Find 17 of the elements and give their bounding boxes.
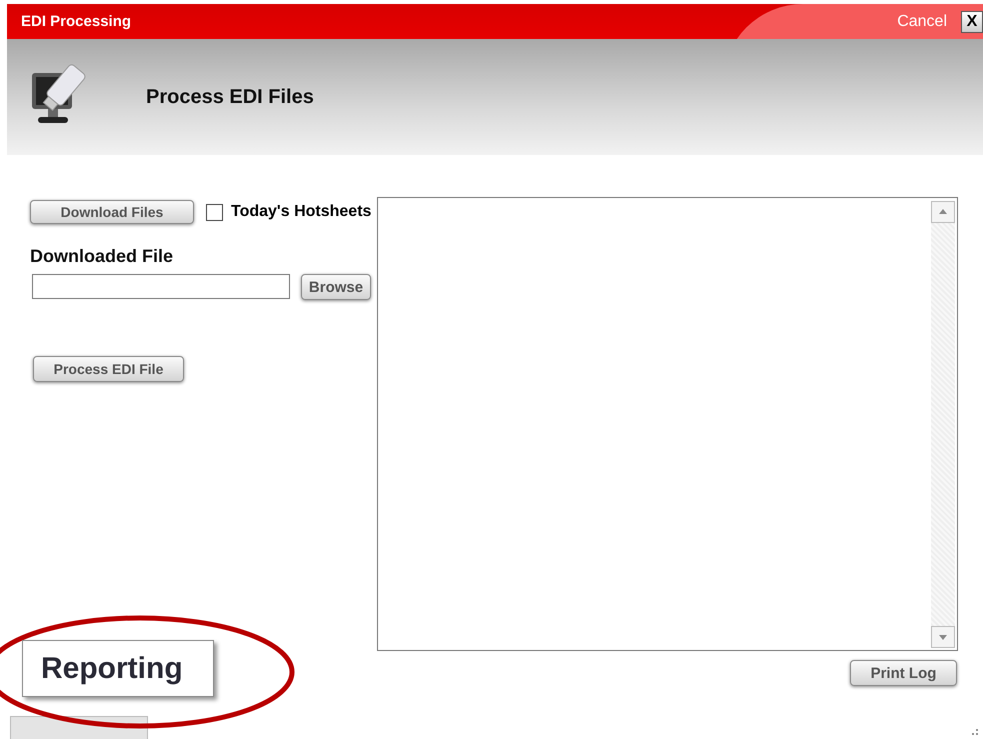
print-log-button[interactable]: Print Log (850, 660, 957, 686)
process-edi-file-button[interactable]: Process EDI File (33, 356, 184, 382)
checkbox[interactable] (206, 204, 223, 220)
scroll-down-button[interactable] (931, 626, 955, 648)
scroll-up-button[interactable] (931, 201, 955, 223)
window-title: EDI Processing (21, 13, 132, 30)
close-button[interactable]: X (961, 10, 983, 32)
callout-label: Reporting (22, 640, 214, 697)
header-title: Process EDI Files (146, 86, 314, 108)
file-input-field[interactable] (32, 274, 290, 298)
cancel-button[interactable]: Cancel (897, 12, 947, 30)
resize-grip[interactable] (971, 728, 979, 736)
download-files-button[interactable]: Download Files (30, 200, 194, 224)
checkbox-label: Today's Hotsheets (231, 203, 372, 221)
field-label: Downloaded File (30, 246, 174, 267)
scrollbar[interactable] (931, 201, 955, 648)
browse-button[interactable]: Browse (301, 274, 371, 300)
